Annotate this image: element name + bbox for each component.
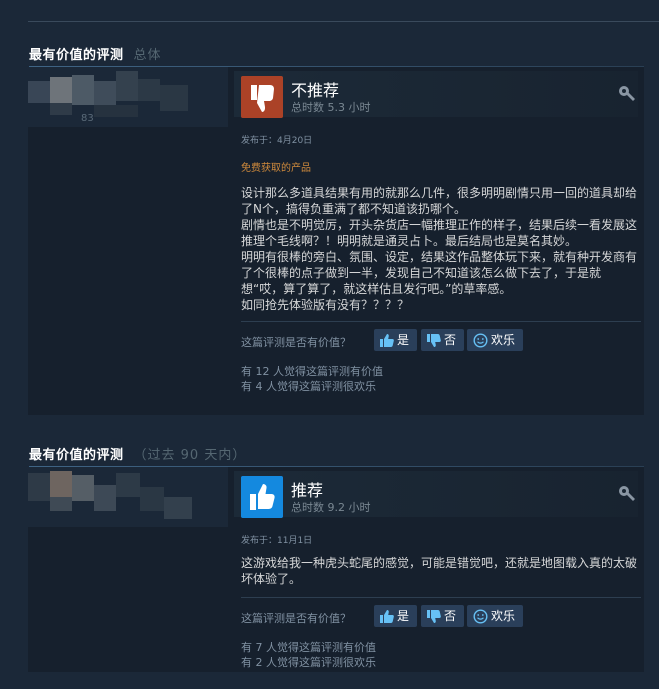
wrench-icon[interactable]: [618, 85, 636, 103]
review-card: 推荐 总时数 9.2 小时 发布于：11月1日 这游戏给我一种虎头蛇尾的感觉，可…: [28, 467, 644, 672]
review-hours: 总时数 5.3 小时: [291, 101, 371, 114]
vote-header[interactable]: 不推荐 总时数 5.3 小时: [234, 71, 638, 118]
posted-date: 发布于：11月1日: [241, 536, 313, 546]
helpful-question: 这篇评测是否有价值？: [241, 336, 351, 349]
helpful-row: 这篇评测是否有价值？ 是 否 欢乐: [241, 604, 638, 630]
review-hours: 总时数 9.2 小时: [291, 501, 371, 514]
helpful-row: 这篇评测是否有价值？ 是 否 欢乐: [241, 328, 638, 354]
vote-funny-label: 欢乐: [491, 609, 516, 623]
smiley-icon: [473, 608, 488, 624]
author-avatar-blurred: [28, 467, 228, 527]
free-product-label: 免费获取的产品: [241, 163, 311, 174]
thumbs-up-small-icon: [380, 333, 394, 347]
vote-yes-label: 是: [397, 609, 410, 623]
review-counts: 有 7 人觉得这篇评测有价值 有 2 人觉得这篇评测很欢乐: [241, 640, 638, 670]
section-title: 最有价值的评测: [29, 48, 124, 63]
review-counts: 有 12 人觉得这篇评测有价值 有 4 人觉得这篇评测很欢乐: [241, 364, 638, 394]
review-divider: [241, 597, 641, 598]
vote-no-label: 否: [444, 333, 457, 347]
vote-header[interactable]: 推荐 总时数 9.2 小时: [234, 471, 638, 518]
wrench-icon[interactable]: [618, 485, 636, 503]
review-body: 这游戏给我一种虎头蛇尾的感觉，可能是错觉吧，还就是地图载入真的太破坏体验了。: [241, 555, 639, 587]
section-header-recent: 最有价值的评测 （过去 90 天内）: [29, 444, 246, 463]
review-content: 推荐 总时数 9.2 小时 发布于：11月1日 这游戏给我一种虎头蛇尾的感觉，可…: [234, 467, 641, 670]
review-body: 设计那么多道具结果有用的就那么几件，很多明明剧情只用一回的道具却给了N个，搞得负…: [241, 185, 639, 313]
review-divider: [241, 321, 641, 322]
section-subtitle: 总体: [133, 48, 162, 63]
thumbs-up-icon: [241, 476, 283, 518]
vote-yes-button[interactable]: 是: [374, 605, 418, 627]
vote-funny-label: 欢乐: [491, 333, 516, 347]
vote-no-label: 否: [444, 609, 457, 623]
review-paragraph: 如同抢先体验版有没有？？？？: [241, 298, 410, 312]
review-paragraph: 这游戏给我一种虎头蛇尾的感觉，可能是错觉吧，还就是地图载入真的太破坏体验了。: [241, 556, 638, 586]
author-avatar-blurred: [28, 67, 228, 127]
funny-count: 有 2 人觉得这篇评测很欢乐: [241, 656, 376, 669]
thumbs-down-small-icon: [427, 609, 441, 623]
author-number: 83: [81, 113, 94, 124]
review-verdict[interactable]: 不推荐: [291, 77, 339, 101]
section-subtitle: （过去 90 天内）: [133, 448, 247, 463]
vote-yes-label: 是: [397, 333, 410, 347]
thumbs-down-icon: [241, 76, 283, 118]
helpful-question: 这篇评测是否有价值？: [241, 612, 351, 625]
thumbs-down-small-icon: [427, 333, 441, 347]
helpful-count: 有 12 人觉得这篇评测有价值: [241, 365, 383, 378]
review-paragraph: 设计那么多道具结果有用的就那么几件，很多明明剧情只用一回的道具却给了N个，搞得负…: [241, 186, 638, 216]
vote-no-button[interactable]: 否: [421, 329, 465, 351]
thumbs-up-small-icon: [380, 609, 394, 623]
smiley-icon: [473, 332, 488, 348]
helpful-count: 有 7 人觉得这篇评测有价值: [241, 641, 376, 654]
section-title: 最有价值的评测: [29, 448, 124, 463]
review-paragraph: 明明有很棒的旁白、氛围、设定，结果这作品整体玩下来，就有种开发商有了个很棒的点子…: [241, 250, 638, 296]
posted-date: 发布于：4月20日: [241, 136, 313, 146]
section-header-overall: 最有价值的评测 总体: [29, 44, 162, 63]
review-paragraph: 剧情也是不明觉厉，开头杂货店一幅推理正作的样子，结果后续一看发展这推理个毛线啊？…: [241, 218, 638, 248]
funny-count: 有 4 人觉得这篇评测很欢乐: [241, 380, 376, 393]
vote-no-button[interactable]: 否: [421, 605, 465, 627]
vote-funny-button[interactable]: 欢乐: [467, 329, 524, 351]
vote-yes-button[interactable]: 是: [374, 329, 418, 351]
review-card: 83 不推荐 总时数 5.3 小时 发布于：4月20日 免费获取的产品 设计那么…: [28, 67, 644, 415]
top-divider: [28, 21, 659, 22]
review-verdict[interactable]: 推荐: [291, 477, 323, 501]
review-content: 不推荐 总时数 5.3 小时 发布于：4月20日 免费获取的产品 设计那么多道具…: [234, 67, 641, 394]
vote-funny-button[interactable]: 欢乐: [467, 605, 524, 627]
